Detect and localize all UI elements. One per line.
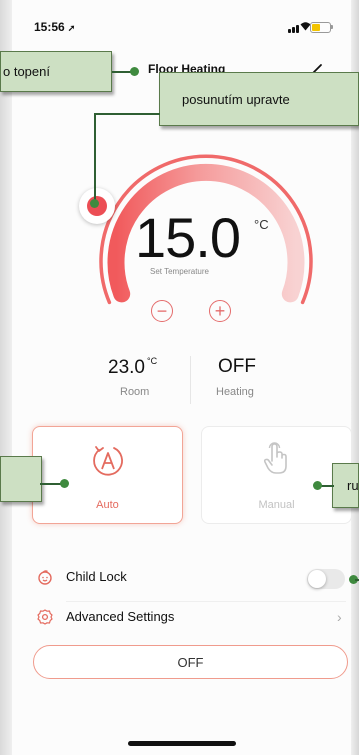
child-lock-toggle-knob — [308, 570, 326, 588]
heating-status-value: OFF — [218, 356, 256, 377]
callout-pointer-dot — [130, 67, 139, 76]
increase-temperature-button[interactable]: + — [209, 300, 231, 322]
set-temperature-value: 15.0 — [135, 206, 241, 269]
chevron-right-icon: › — [337, 609, 342, 625]
left-frame-edge — [0, 0, 12, 755]
child-lock-label: Child Lock — [66, 569, 127, 584]
callout-manual-mode-text: ru — [347, 478, 359, 493]
home-indicator — [128, 741, 236, 746]
status-time-value: 15:56 — [34, 20, 65, 34]
status-time: 15:56 ➚ — [34, 20, 75, 34]
hand-pointer-icon — [263, 442, 287, 474]
callout-heating-name-text: o topení — [3, 64, 50, 79]
set-temperature-unit: °C — [254, 217, 269, 232]
room-label: Room — [120, 386, 150, 398]
auto-mode-icon — [93, 446, 123, 476]
decrease-temperature-button[interactable]: − — [151, 300, 173, 322]
callout-connector — [94, 113, 96, 203]
readout-divider — [190, 356, 191, 404]
callout-slide-adjust-text: posunutím upravte — [182, 91, 290, 107]
callout-pointer-dot — [60, 479, 69, 488]
callout-connector — [355, 579, 359, 581]
callout-slide-adjust: posunutím upravte — [159, 72, 359, 126]
battery-icon — [310, 22, 331, 33]
gear-icon — [37, 609, 53, 625]
battery-tip — [331, 25, 333, 29]
advanced-settings-label: Advanced Settings — [66, 609, 175, 624]
auto-mode-label: Auto — [96, 499, 119, 511]
heating-label: Heating — [216, 386, 254, 398]
plus-icon: + — [214, 301, 226, 321]
room-temperature-number: 23.0 — [108, 357, 145, 378]
child-face-icon — [38, 570, 52, 585]
room-temperature-unit: °C — [146, 356, 158, 366]
room-temperature-value: 23.0 °C — [108, 356, 157, 379]
manual-mode-button[interactable]: Manual — [201, 426, 352, 524]
manual-mode-label: Manual — [258, 499, 295, 511]
status-icons — [288, 20, 334, 34]
callout-auto-mode — [0, 456, 42, 502]
settings-divider — [66, 601, 346, 602]
location-arrow-icon: ➚ — [67, 23, 76, 33]
auto-mode-button[interactable]: Auto — [32, 426, 183, 524]
callout-connector — [94, 113, 160, 115]
child-lock-toggle[interactable] — [307, 569, 345, 589]
callout-connector — [40, 483, 62, 485]
callout-manual-mode: ru — [332, 463, 359, 508]
callout-pointer-dot — [90, 199, 99, 208]
callout-heating-name: o topení — [0, 51, 112, 92]
app-screen: 15:56 ➚ Floor Heating 15.0 °C Set Temper… — [0, 0, 359, 755]
callout-pointer-dot — [313, 481, 322, 490]
set-temperature-caption: Set Temperature — [150, 267, 209, 276]
power-off-label: OFF — [177, 654, 204, 670]
minus-icon: − — [156, 301, 168, 321]
power-off-button[interactable]: OFF — [33, 645, 348, 679]
